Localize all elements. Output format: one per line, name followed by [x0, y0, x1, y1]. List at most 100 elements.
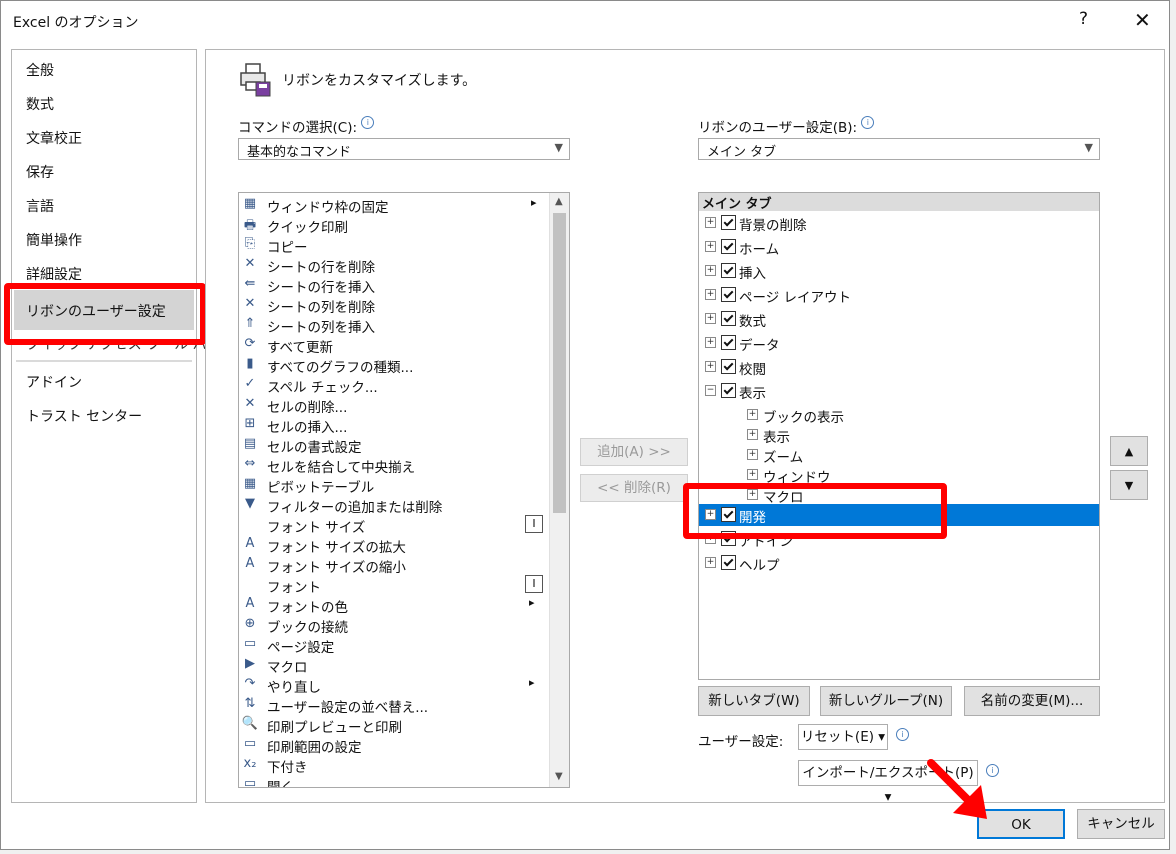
checkbox[interactable] — [721, 263, 736, 278]
command-item[interactable]: ▮ すべてのグラフの種類... — [239, 355, 547, 376]
command-item[interactable]: ▤ セルの書式設定 — [239, 435, 547, 456]
nav-item-language[interactable]: 言語 — [26, 196, 54, 216]
tree-tab-label: データ — [739, 338, 780, 354]
remove-button[interactable]: << 削除(R) — [580, 474, 688, 502]
command-item[interactable]: ▭ 印刷範囲の設定 — [239, 735, 547, 756]
command-item[interactable]: 🔍 印刷プレビューと印刷 — [239, 715, 547, 736]
checkbox[interactable] — [721, 555, 736, 570]
tree-tab[interactable]: + 挿入 — [699, 260, 1099, 282]
move-up-button[interactable]: ▲ — [1110, 436, 1148, 466]
expand-icon[interactable]: + — [747, 409, 758, 420]
command-item[interactable]: ▭ 開く — [239, 775, 547, 787]
add-button[interactable]: 追加(A) >> — [580, 438, 688, 466]
command-item[interactable]: フォント サイズ I — [239, 515, 547, 536]
command-icon: x₂ — [243, 756, 257, 771]
tree-tab[interactable]: + 校閲 — [699, 356, 1099, 378]
tree-tab[interactable]: + 数式 — [699, 308, 1099, 330]
move-down-button[interactable]: ▼ — [1110, 470, 1148, 500]
tree-tab[interactable]: + ヘルプ — [699, 552, 1099, 574]
nav-item-formulas[interactable]: 数式 — [26, 94, 54, 114]
command-item[interactable]: ▦ ピボットテーブル — [239, 475, 547, 496]
collapse-icon[interactable]: − — [705, 385, 716, 396]
nav-item-general[interactable]: 全般 — [26, 60, 54, 80]
tree-group[interactable]: + ズーム — [699, 445, 1099, 467]
command-item[interactable]: ⇑ シートの列を挿入 — [239, 315, 547, 336]
close-icon[interactable]: ✕ — [1134, 8, 1151, 32]
command-item[interactable]: A フォントの色 ▸ — [239, 595, 547, 616]
tree-tab[interactable]: + データ — [699, 332, 1099, 354]
submenu-arrow-icon: ▸ — [529, 676, 535, 689]
reset-dropdown[interactable]: リセット(E) ▾ — [798, 724, 888, 750]
commands-list[interactable]: ▦ ウィンドウ枠の固定 ▸ 🖶 クイック印刷 ⎘ コピー ✕ シートの行を削除 ⇚ シートの行を挿入… — [238, 192, 570, 788]
command-item[interactable]: x₂ 下付き — [239, 755, 547, 776]
triangle-down-icon: ▼ — [1124, 479, 1134, 492]
expand-icon[interactable]: + — [705, 361, 716, 372]
command-item[interactable]: ⎘ コピー — [239, 235, 547, 256]
checkbox[interactable] — [721, 239, 736, 254]
command-item[interactable]: フォント I — [239, 575, 547, 596]
checkbox[interactable] — [721, 335, 736, 350]
expand-icon[interactable]: + — [705, 289, 716, 300]
command-item[interactable]: ▶ マクロ — [239, 655, 547, 676]
ribbon-combo[interactable]: メイン タブ ▼ — [698, 138, 1100, 160]
command-item[interactable]: ✕ シートの列を削除 — [239, 295, 547, 316]
tree-tab[interactable]: + ホーム — [699, 236, 1099, 258]
expand-icon[interactable]: + — [747, 449, 758, 460]
command-item[interactable]: ▭ ページ設定 — [239, 635, 547, 656]
command-icon: ▦ — [243, 476, 257, 491]
expand-icon[interactable]: + — [705, 337, 716, 348]
scroll-up-icon[interactable]: ▲ — [555, 196, 563, 207]
nav-item-trust-center[interactable]: トラスト センター — [26, 406, 142, 426]
help-icon[interactable]: ? — [1079, 9, 1088, 29]
checkbox[interactable] — [721, 383, 736, 398]
nav-item-advanced[interactable]: 詳細設定 — [26, 264, 82, 284]
ribbon-tree[interactable]: メイン タブ + 背景の削除 + ホーム + 挿入 + ページ レイアウト + 数式 + データ + 校閲… — [698, 192, 1100, 680]
expand-icon[interactable]: + — [705, 241, 716, 252]
nav-item-accessibility[interactable]: 簡単操作 — [26, 230, 82, 250]
tree-group[interactable]: + ブックの表示 — [699, 405, 1099, 427]
command-item[interactable]: ✓ スペル チェック... — [239, 375, 547, 396]
checkbox[interactable] — [721, 215, 736, 230]
expand-icon[interactable]: + — [705, 313, 716, 324]
tree-tab[interactable]: − 表示 — [699, 380, 1099, 402]
nav-item-save[interactable]: 保存 — [26, 162, 54, 182]
commands-combo[interactable]: 基本的なコマンド ▼ — [238, 138, 570, 160]
expand-icon[interactable]: + — [705, 557, 716, 568]
command-item[interactable]: ⊞ セルの挿入... — [239, 415, 547, 436]
command-item[interactable]: ⇚ シートの行を挿入 — [239, 275, 547, 296]
checkbox[interactable] — [721, 359, 736, 374]
command-item[interactable]: A フォント サイズの拡大 — [239, 535, 547, 556]
expand-icon[interactable]: + — [705, 217, 716, 228]
checkbox[interactable] — [721, 287, 736, 302]
commands-scrollbar[interactable]: ▲ ▼ — [549, 193, 569, 787]
command-item[interactable]: ▦ ウィンドウ枠の固定 ▸ — [239, 195, 547, 216]
command-item[interactable]: A フォント サイズの縮小 — [239, 555, 547, 576]
commands-label: コマンドの選択(C): i — [238, 116, 375, 136]
new-tab-button[interactable]: 新しいタブ(W) — [698, 686, 810, 716]
command-item[interactable]: ↷ やり直し ▸ — [239, 675, 547, 696]
command-item[interactable]: ⟳ すべて更新 — [239, 335, 547, 356]
cancel-button[interactable]: キャンセル — [1077, 809, 1165, 839]
scroll-down-icon[interactable]: ▼ — [555, 771, 563, 782]
command-item[interactable]: ✕ セルの削除... — [239, 395, 547, 416]
command-item[interactable]: ✕ シートの行を削除 — [239, 255, 547, 276]
command-item[interactable]: ⊕ ブックの接続 — [239, 615, 547, 636]
tree-tab[interactable]: + 背景の削除 — [699, 212, 1099, 234]
rename-button[interactable]: 名前の変更(M)... — [964, 686, 1100, 716]
expand-icon[interactable]: + — [705, 265, 716, 276]
nav-item-addins[interactable]: アドイン — [26, 372, 82, 392]
command-item[interactable]: ⇔ セルを結合して中央揃え — [239, 455, 547, 476]
expand-icon[interactable]: + — [747, 429, 758, 440]
expand-icon[interactable]: + — [747, 469, 758, 480]
command-item[interactable]: ▼ フィルターの追加または削除 — [239, 495, 547, 516]
tree-tab[interactable]: + ページ レイアウト — [699, 284, 1099, 306]
scroll-thumb[interactable] — [553, 213, 566, 513]
command-item[interactable]: 🖶 クイック印刷 — [239, 215, 547, 236]
command-label: 下付き — [267, 760, 308, 776]
checkbox[interactable] — [721, 311, 736, 326]
command-item[interactable]: ⇅ ユーザー設定の並べ替え... — [239, 695, 547, 716]
new-group-button[interactable]: 新しいグループ(N) — [820, 686, 952, 716]
title-bar: Excel のオプション ? ✕ — [1, 1, 1169, 41]
tree-group[interactable]: + 表示 — [699, 425, 1099, 447]
nav-item-proofing[interactable]: 文章校正 — [26, 128, 82, 148]
